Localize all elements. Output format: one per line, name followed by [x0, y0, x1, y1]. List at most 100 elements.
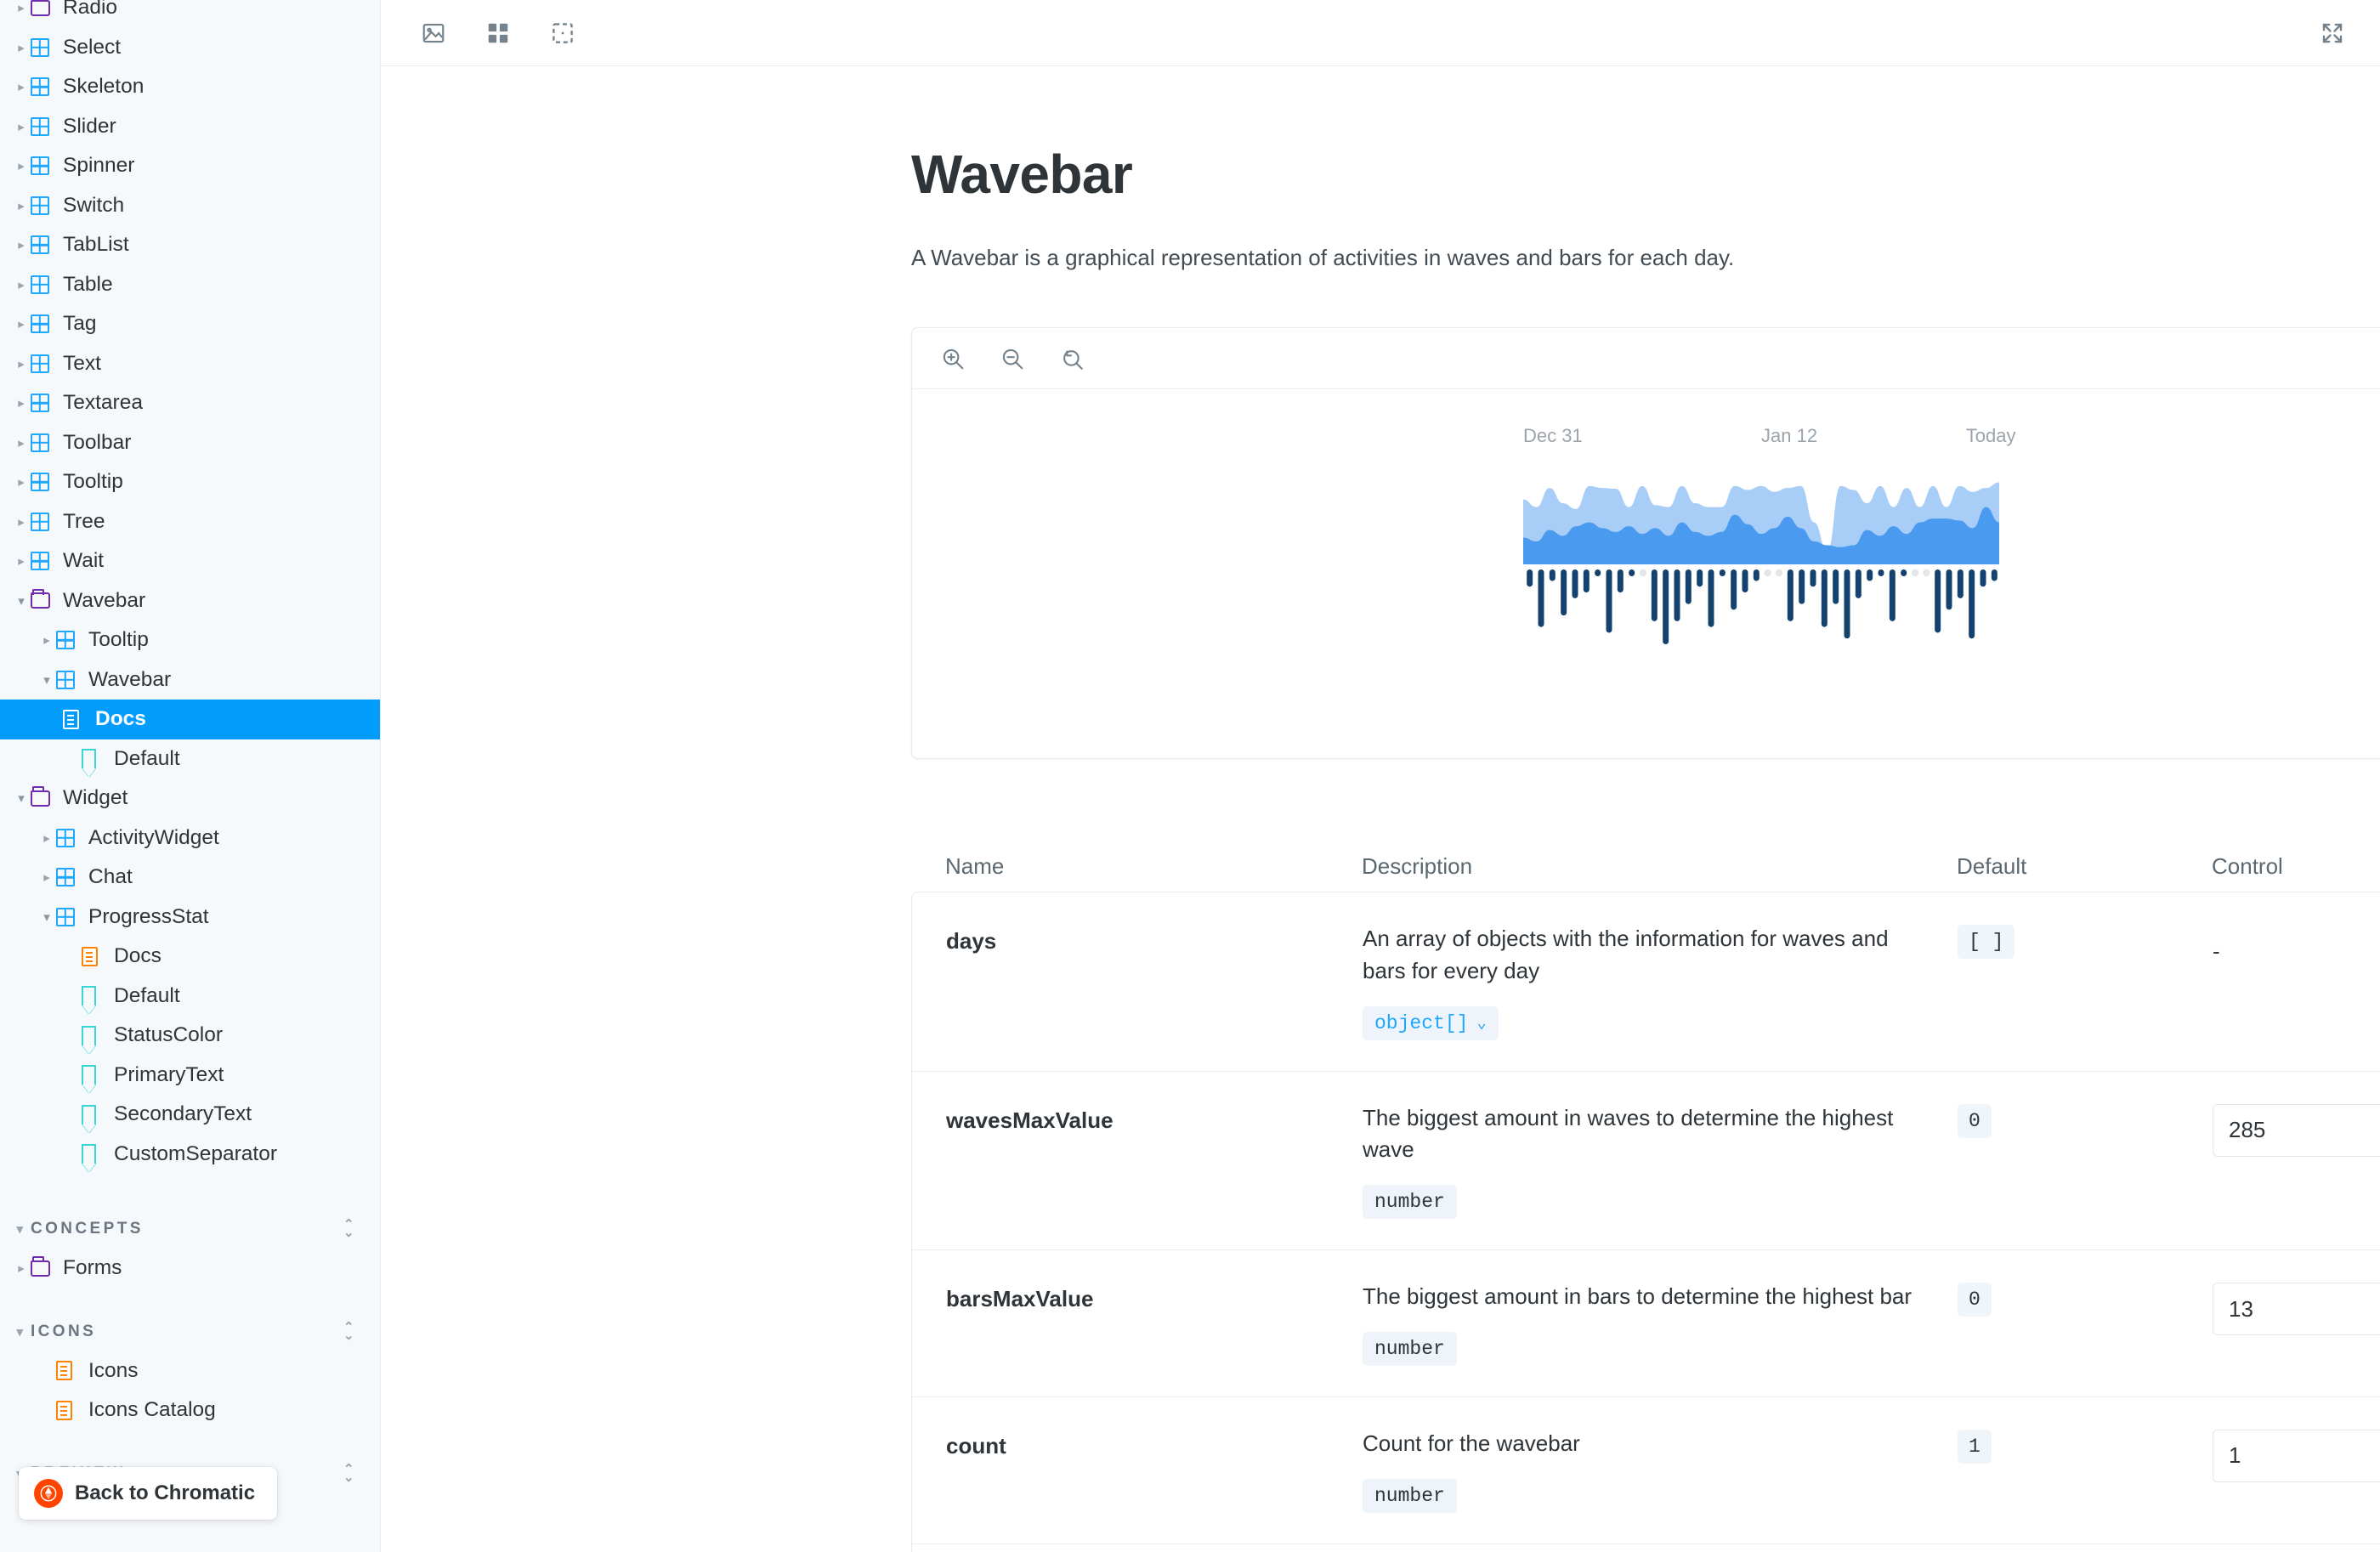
wavebar-bar[interactable]	[1991, 569, 1998, 581]
sidebar-group-icons[interactable]: ▾ ICONS ⌃ ⌄	[0, 1312, 380, 1351]
wavebar-bar[interactable]	[1674, 569, 1680, 622]
chevron-right-icon[interactable]: ▸	[37, 632, 56, 648]
sidebar-item-toolbar[interactable]: ▸ Toolbar	[0, 423, 380, 463]
grid-icon[interactable]	[474, 11, 522, 55]
chevron-right-icon[interactable]: ▸	[12, 79, 31, 94]
chevron-right-icon[interactable]: ▸	[12, 119, 31, 134]
sidebar-item-slider[interactable]: ▸ Slider	[0, 107, 380, 147]
zoom-in-icon[interactable]	[929, 337, 977, 380]
sidebar-item-secondarytext[interactable]: SecondaryText	[0, 1095, 380, 1135]
wavebar-empty-dot[interactable]	[1911, 569, 1919, 577]
wavebar-empty-dot[interactable]	[1775, 569, 1783, 577]
wavebar-bar[interactable]	[1855, 569, 1862, 599]
wavebar-bar[interactable]	[1617, 569, 1624, 593]
wavebar-bar[interactable]	[1969, 569, 1975, 639]
chevron-down-icon[interactable]: ▾	[12, 790, 31, 806]
wavebar-bar[interactable]	[1572, 569, 1578, 599]
sidebar-item-textarea[interactable]: ▸ Textarea	[0, 383, 380, 423]
wavebar-bar[interactable]	[1708, 569, 1714, 628]
sidebar-item-spinner[interactable]: ▸ Spinner	[0, 146, 380, 186]
sidebar-item-tooltip[interactable]: ▸ Tooltip	[0, 620, 380, 660]
sidebar-item-widget[interactable]: ▾ Widget	[0, 779, 380, 818]
arg-control-input[interactable]	[2213, 1429, 2380, 1482]
wavebar-bar[interactable]	[1901, 569, 1907, 577]
chevron-right-icon[interactable]: ▸	[12, 474, 31, 490]
chevron-right-icon[interactable]: ▸	[12, 514, 31, 530]
arg-control-input[interactable]	[2213, 1283, 2380, 1336]
chevron-down-icon[interactable]: ▾	[37, 672, 56, 688]
chevron-right-icon[interactable]: ▸	[12, 40, 31, 55]
chevron-down-icon[interactable]: ⌄	[1476, 1013, 1486, 1033]
wavebar-bar[interactable]	[1527, 569, 1533, 587]
sidebar-item-docs[interactable]: Docs	[0, 700, 380, 739]
photo-icon[interactable]	[410, 11, 457, 55]
sidebar-item-forms[interactable]: ▸ Forms	[0, 1249, 380, 1289]
wavebar-bar[interactable]	[1799, 569, 1805, 605]
chevron-right-icon[interactable]: ▸	[12, 277, 31, 292]
sidebar-item-default[interactable]: Default	[0, 739, 380, 779]
chevron-right-icon[interactable]: ▸	[12, 435, 31, 450]
chevron-right-icon[interactable]: ▸	[12, 158, 31, 173]
wavebar-bar[interactable]	[1719, 569, 1726, 577]
wavebar-bar[interactable]	[1889, 569, 1896, 622]
wavebar-bar[interactable]	[1957, 569, 1964, 599]
sidebar-item-primarytext[interactable]: PrimaryText	[0, 1056, 380, 1096]
zoom-out-icon[interactable]	[989, 337, 1036, 380]
chevron-right-icon[interactable]: ▸	[12, 0, 31, 15]
wavebar-bar[interactable]	[1833, 569, 1839, 605]
sidebar-item-wavebar[interactable]: ▾ Wavebar	[0, 581, 380, 621]
chevron-right-icon[interactable]: ▸	[12, 1260, 31, 1276]
chevron-right-icon[interactable]: ▸	[12, 237, 31, 252]
sidebar-item-tablist[interactable]: ▸ TabList	[0, 225, 380, 265]
wavebar-bar[interactable]	[1742, 569, 1748, 593]
wavebar-bar[interactable]	[1731, 569, 1737, 610]
sidebar-item-text[interactable]: ▸ Text	[0, 344, 380, 384]
sidebar-item-activitywidget[interactable]: ▸ ActivityWidget	[0, 818, 380, 858]
wavebar-bar[interactable]	[1787, 569, 1794, 622]
sidebar-item-tooltip[interactable]: ▸ Tooltip	[0, 462, 380, 502]
chevron-right-icon[interactable]: ▸	[12, 316, 31, 331]
sidebar-item-customseparator[interactable]: CustomSeparator	[0, 1135, 380, 1175]
wavebar-bar[interactable]	[1867, 569, 1873, 581]
wavebar-bar[interactable]	[1538, 569, 1544, 628]
wavebar-bar[interactable]	[1697, 569, 1703, 587]
sidebar-item-wavebar[interactable]: ▾ Wavebar	[0, 660, 380, 700]
expand-collapse-icon[interactable]: ⌃ ⌄	[339, 1215, 361, 1243]
sidebar-item-skeleton[interactable]: ▸ Skeleton	[0, 67, 380, 107]
wavebar-bar[interactable]	[1878, 569, 1884, 577]
chevron-down-icon[interactable]: ▾	[12, 1221, 31, 1237]
sidebar-item-tree[interactable]: ▸ Tree	[0, 502, 380, 542]
wavebar-bar[interactable]	[1549, 569, 1556, 581]
chevron-down-icon[interactable]: ▾	[12, 593, 31, 609]
chevron-right-icon[interactable]: ▸	[37, 830, 56, 846]
wavebar-bar[interactable]	[1810, 569, 1816, 587]
chevron-right-icon[interactable]: ▸	[12, 395, 31, 411]
sidebar-item-chat[interactable]: ▸ Chat	[0, 858, 380, 898]
wavebar-bar[interactable]	[1753, 569, 1760, 581]
wavebar-bar[interactable]	[1583, 569, 1590, 593]
outline-icon[interactable]	[539, 11, 586, 55]
wavebar-bar[interactable]	[1980, 569, 1986, 587]
wavebar-bar[interactable]	[1821, 569, 1828, 628]
sidebar-group-concepts[interactable]: ▾ CONCEPTS ⌃ ⌄	[0, 1209, 380, 1249]
wavebar-bar[interactable]	[1629, 569, 1635, 577]
wavebar-chart[interactable]	[1523, 454, 1999, 649]
wavebar-bar[interactable]	[1935, 569, 1941, 633]
wavebar-bar[interactable]	[1606, 569, 1612, 633]
chevron-right-icon[interactable]: ▸	[12, 356, 31, 371]
back-to-chromatic-button[interactable]: Back to Chromatic	[19, 1467, 278, 1520]
wavebar-widget[interactable]: Dec 31 Jan 12 Today	[1523, 425, 2016, 654]
chevron-down-icon[interactable]: ▾	[12, 1324, 31, 1340]
sidebar-item-radio[interactable]: ▸ Radio	[0, 0, 380, 28]
sidebar-item-tag[interactable]: ▸ Tag	[0, 304, 380, 344]
wavebar-bar[interactable]	[1595, 569, 1601, 577]
sidebar-item-docs[interactable]: Docs	[0, 937, 380, 977]
wavebar-empty-dot[interactable]	[1764, 569, 1771, 577]
sidebar-item-statuscolor[interactable]: StatusColor	[0, 1016, 380, 1056]
wavebar-empty-dot[interactable]	[1923, 569, 1930, 577]
expand-icon[interactable]	[2309, 11, 2356, 55]
arg-control-input[interactable]	[2213, 1103, 2380, 1157]
chevron-down-icon[interactable]: ▾	[37, 909, 56, 925]
chevron-right-icon[interactable]: ▸	[12, 198, 31, 213]
wavebar-bar[interactable]	[1561, 569, 1567, 616]
